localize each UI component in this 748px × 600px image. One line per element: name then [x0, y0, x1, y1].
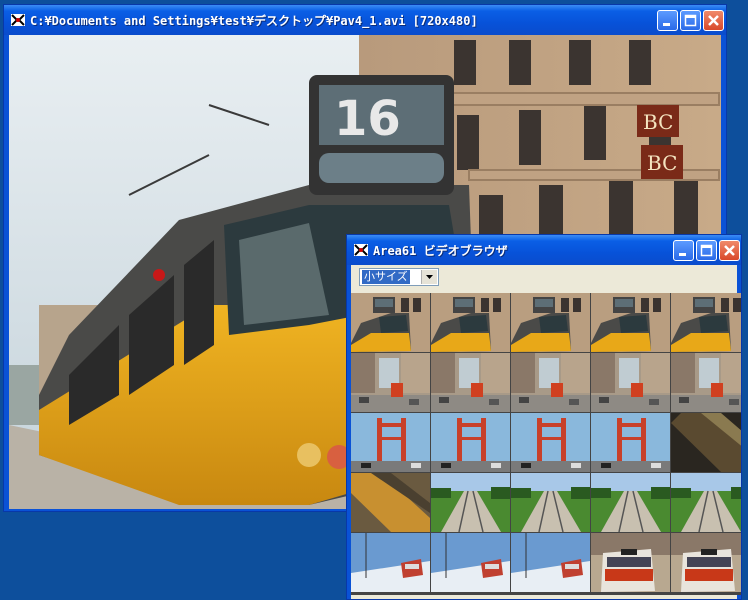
close-button[interactable]	[703, 10, 724, 31]
window-title: C:¥Documents and Settings¥test¥デスクトップ¥Pa…	[30, 14, 478, 28]
app-icon	[354, 244, 368, 256]
video-thumbnail[interactable]	[431, 413, 510, 472]
video-thumbnail[interactable]	[351, 473, 430, 532]
thumbnail-image	[511, 293, 590, 352]
minimize-button[interactable]	[673, 240, 694, 261]
maximize-button[interactable]	[696, 240, 717, 261]
app-icon	[11, 14, 25, 26]
size-select-value: 小サイズ	[362, 270, 410, 284]
minimize-icon	[679, 253, 686, 256]
minimize-icon	[663, 23, 670, 26]
thumbnail-image	[431, 473, 510, 532]
thumbnail-image	[431, 533, 510, 592]
thumbnail-image	[671, 473, 741, 532]
browser-client-area: 小サイズ	[351, 265, 741, 599]
thumbnail-image	[351, 533, 430, 592]
video-thumbnail[interactable]	[431, 293, 510, 352]
tram-route-number: 16	[334, 91, 401, 147]
video-window-titlebar[interactable]: C:¥Documents and Settings¥test¥デスクトップ¥Pa…	[4, 5, 726, 35]
minimize-button[interactable]	[657, 10, 678, 31]
window-title: Area61 ビデオブラウザ	[373, 244, 508, 258]
thumbnail-image	[591, 293, 670, 352]
video-thumbnail[interactable]	[511, 413, 590, 472]
thumbnail-image	[671, 353, 741, 412]
video-thumbnail[interactable]	[511, 533, 590, 592]
video-thumbnail[interactable]	[671, 293, 741, 352]
thumbnail-image	[431, 413, 510, 472]
thumbnail-image	[511, 353, 590, 412]
video-thumbnail[interactable]	[591, 293, 670, 352]
video-thumbnail[interactable]	[351, 533, 430, 592]
thumbnail-image	[511, 473, 590, 532]
video-thumbnail[interactable]	[431, 533, 510, 592]
video-thumbnail[interactable]	[431, 473, 510, 532]
thumbnail-image	[351, 353, 430, 412]
thumbnail-image	[351, 473, 430, 532]
thumbnail-image	[511, 533, 590, 592]
video-thumbnail[interactable]	[511, 473, 590, 532]
thumbnail-image	[511, 413, 590, 472]
video-thumbnail[interactable]	[671, 533, 741, 592]
thumbnail-image	[671, 293, 741, 352]
thumbnail-image	[351, 293, 430, 352]
dropdown-arrow-button[interactable]	[421, 270, 437, 284]
maximize-icon	[684, 14, 697, 27]
video-thumbnail[interactable]	[591, 473, 670, 532]
thumbnail-image	[671, 533, 741, 592]
thumbnail-image	[591, 353, 670, 412]
close-button[interactable]	[719, 240, 740, 261]
svg-text:BC: BC	[647, 151, 677, 175]
thumbnail-image	[591, 413, 670, 472]
thumbnail-size-select[interactable]: 小サイズ	[359, 268, 439, 286]
thumbnail-image	[591, 533, 670, 592]
video-thumbnail[interactable]	[591, 533, 670, 592]
video-thumbnail[interactable]	[431, 353, 510, 412]
svg-text:BC: BC	[643, 110, 673, 134]
video-thumbnail[interactable]	[671, 353, 741, 412]
video-thumbnail[interactable]	[351, 413, 430, 472]
video-thumbnail[interactable]	[351, 293, 430, 352]
thumbnail-image	[671, 413, 741, 472]
maximize-icon	[700, 244, 713, 257]
thumbnail-image	[431, 293, 510, 352]
maximize-button[interactable]	[680, 10, 701, 31]
video-thumbnail[interactable]	[671, 413, 741, 472]
browser-window-titlebar[interactable]: Area61 ビデオブラウザ	[347, 235, 741, 265]
thumbnail-image	[591, 473, 670, 532]
video-thumbnail[interactable]	[511, 293, 590, 352]
video-browser-window[interactable]: Area61 ビデオブラウザ 小サイズ	[346, 234, 742, 600]
thumbnail-image	[431, 353, 510, 412]
thumbnail-grid	[351, 293, 741, 595]
video-thumbnail[interactable]	[591, 413, 670, 472]
chevron-down-icon	[426, 275, 433, 279]
video-thumbnail[interactable]	[591, 353, 670, 412]
close-icon	[724, 245, 735, 256]
close-icon	[708, 15, 719, 26]
thumbnail-image	[351, 413, 430, 472]
video-thumbnail[interactable]	[671, 473, 741, 532]
video-thumbnail[interactable]	[351, 353, 430, 412]
video-thumbnail[interactable]	[511, 353, 590, 412]
